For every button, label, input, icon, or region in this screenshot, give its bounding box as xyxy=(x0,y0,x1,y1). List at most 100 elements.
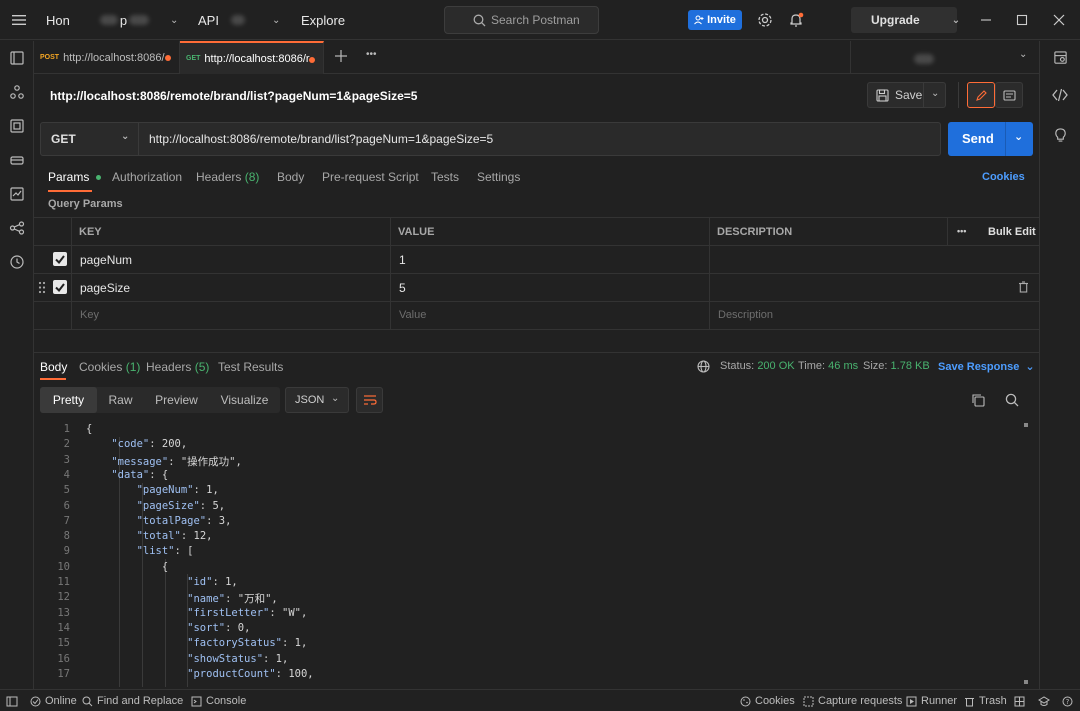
request-title[interactable]: http://localhost:8086/remote/brand/list?… xyxy=(50,89,417,103)
save-button[interactable]: Save ⌄ xyxy=(867,82,946,108)
view-visualize[interactable]: Visualize xyxy=(209,387,280,413)
view-pretty[interactable]: Pretty xyxy=(40,387,97,413)
runner-button[interactable]: Runner xyxy=(906,690,957,711)
layout-grid-icon[interactable] xyxy=(1014,690,1025,711)
time-readout[interactable]: Time: 46 ms xyxy=(798,360,858,372)
param-value[interactable]: 5 xyxy=(399,281,406,295)
trash-button[interactable]: Trash xyxy=(964,690,1007,711)
scrollbar-top-marker xyxy=(1024,423,1028,427)
code-line: "data": { xyxy=(111,468,169,481)
workspace-chevron-down-icon[interactable]: ⌄ xyxy=(170,0,178,40)
edit-pencil-icon[interactable] xyxy=(967,82,995,108)
mock-servers-icon[interactable] xyxy=(9,152,25,168)
response-tab-headers[interactable]: Headers (5) xyxy=(146,360,209,374)
nav-explore[interactable]: Explore xyxy=(301,0,345,40)
save-response-label: Save Response xyxy=(938,361,1020,373)
headers-count: (8) xyxy=(244,170,260,184)
nav-home[interactable]: Hon p xyxy=(46,0,150,40)
tab-params[interactable]: Params xyxy=(48,170,101,184)
new-param-key-input[interactable]: Key xyxy=(80,309,99,321)
size-readout[interactable]: Size: 1.78 KB xyxy=(863,360,930,372)
find-replace-button[interactable]: Find and Replace xyxy=(82,690,183,711)
toggle-sidebar-icon[interactable] xyxy=(6,690,18,711)
search-response-icon[interactable] xyxy=(1005,393,1019,407)
cookies-link[interactable]: Cookies xyxy=(982,171,1025,183)
status-label: Status: xyxy=(720,360,755,372)
environment-quick-look-icon[interactable] xyxy=(1053,50,1068,65)
view-preview[interactable]: Preview xyxy=(144,387,209,413)
settings-gear-icon[interactable] xyxy=(757,0,773,40)
param-value[interactable]: 1 xyxy=(399,253,406,267)
code-scrollbar[interactable] xyxy=(1020,421,1030,687)
code-snippet-icon[interactable] xyxy=(1052,88,1068,102)
view-raw[interactable]: Raw xyxy=(97,387,144,413)
window-maximize-icon[interactable] xyxy=(1016,0,1028,40)
url-input[interactable]: http://localhost:8086/remote/brand/list?… xyxy=(149,123,493,155)
nav-api[interactable]: API xyxy=(198,0,245,40)
flows-icon[interactable] xyxy=(9,220,25,236)
copy-icon[interactable] xyxy=(971,393,985,407)
method-select[interactable]: GET ⌄ xyxy=(41,123,139,155)
param-checkbox[interactable] xyxy=(53,252,67,266)
new-param-value-input[interactable]: Value xyxy=(399,309,426,321)
response-tab-cookies[interactable]: Cookies (1) xyxy=(79,360,140,374)
tab-settings[interactable]: Settings xyxy=(477,170,520,184)
status-value: 200 OK xyxy=(757,360,795,372)
environment-selector[interactable] xyxy=(914,53,934,67)
column-options-more-icon[interactable]: ••• xyxy=(957,226,966,236)
menu-icon[interactable] xyxy=(12,0,26,40)
response-tab-test-results[interactable]: Test Results xyxy=(218,360,283,374)
api-chevron-down-icon[interactable]: ⌄ xyxy=(272,0,280,40)
trash-icon[interactable] xyxy=(1018,281,1029,293)
save-chevron-down-icon[interactable]: ⌄ xyxy=(931,88,939,99)
save-response-button[interactable]: Save Response ⌄ xyxy=(938,360,1035,373)
documentation-icon[interactable] xyxy=(995,82,1023,108)
response-tab-body[interactable]: Body xyxy=(40,360,67,374)
history-icon[interactable] xyxy=(9,254,25,270)
drag-handle-icon[interactable] xyxy=(38,281,46,294)
environments-icon[interactable] xyxy=(9,118,25,134)
new-tab-plus-icon[interactable] xyxy=(334,49,348,63)
status-readout[interactable]: Status: 200 OK xyxy=(720,360,795,372)
console-button[interactable]: Console xyxy=(191,690,246,711)
tabs-more-icon[interactable]: ••• xyxy=(366,49,377,60)
send-button[interactable]: Send ⌄ xyxy=(948,122,1033,156)
line-number: 15 xyxy=(57,637,70,650)
format-select[interactable]: JSON ⌄ xyxy=(285,387,349,413)
tab-tests[interactable]: Tests xyxy=(431,170,459,184)
table-col-border xyxy=(71,217,72,329)
capture-requests-button[interactable]: Capture requests xyxy=(803,690,902,711)
new-param-description-input[interactable]: Description xyxy=(718,309,773,321)
footer-cookies-button[interactable]: Cookies xyxy=(740,690,795,711)
upgrade-label: Upgrade xyxy=(871,13,920,27)
window-minimize-icon[interactable] xyxy=(980,0,992,40)
response-body-code[interactable]: 1 {2 "code": 200, 3 "message": "操作成功", 4 "d… xyxy=(34,421,1024,687)
help-icon[interactable]: ? xyxy=(1062,690,1073,711)
tab-authorization[interactable]: Authorization xyxy=(112,170,182,184)
environment-chevron-down-icon[interactable]: ⌄ xyxy=(1019,49,1027,60)
param-key[interactable]: pageSize xyxy=(80,281,130,295)
search-box[interactable]: Search Postman xyxy=(444,6,599,34)
wrap-lines-icon[interactable] xyxy=(356,387,383,413)
param-checkbox[interactable] xyxy=(53,280,67,294)
param-key[interactable]: pageNum xyxy=(80,253,132,267)
request-tab-get[interactable]: GET http://localhost:8086/r xyxy=(180,41,324,74)
bootcamp-icon[interactable] xyxy=(1038,690,1050,711)
send-chevron-down-icon[interactable]: ⌄ xyxy=(1014,130,1023,143)
tab-prerequest-script[interactable]: Pre-request Script xyxy=(322,170,419,184)
window-close-icon[interactable] xyxy=(1053,0,1065,40)
online-status[interactable]: Online xyxy=(30,690,77,711)
apis-icon[interactable] xyxy=(9,84,25,100)
globe-icon[interactable] xyxy=(697,360,710,373)
monitors-icon[interactable] xyxy=(9,186,25,202)
tab-body[interactable]: Body xyxy=(277,170,304,184)
request-tab-post[interactable]: POST http://localhost:8086/ xyxy=(34,41,180,74)
invite-button[interactable]: Invite xyxy=(688,10,742,30)
bulk-edit-button[interactable]: Bulk Edit xyxy=(988,226,1036,238)
lightbulb-icon[interactable] xyxy=(1053,127,1068,142)
tab-headers[interactable]: Headers (8) xyxy=(196,170,259,184)
upgrade-button[interactable]: Upgrade ⌄ xyxy=(851,7,960,33)
notifications-bell-icon[interactable] xyxy=(788,0,804,40)
collections-icon[interactable] xyxy=(9,50,25,66)
code-line: "list": [ xyxy=(136,545,194,558)
